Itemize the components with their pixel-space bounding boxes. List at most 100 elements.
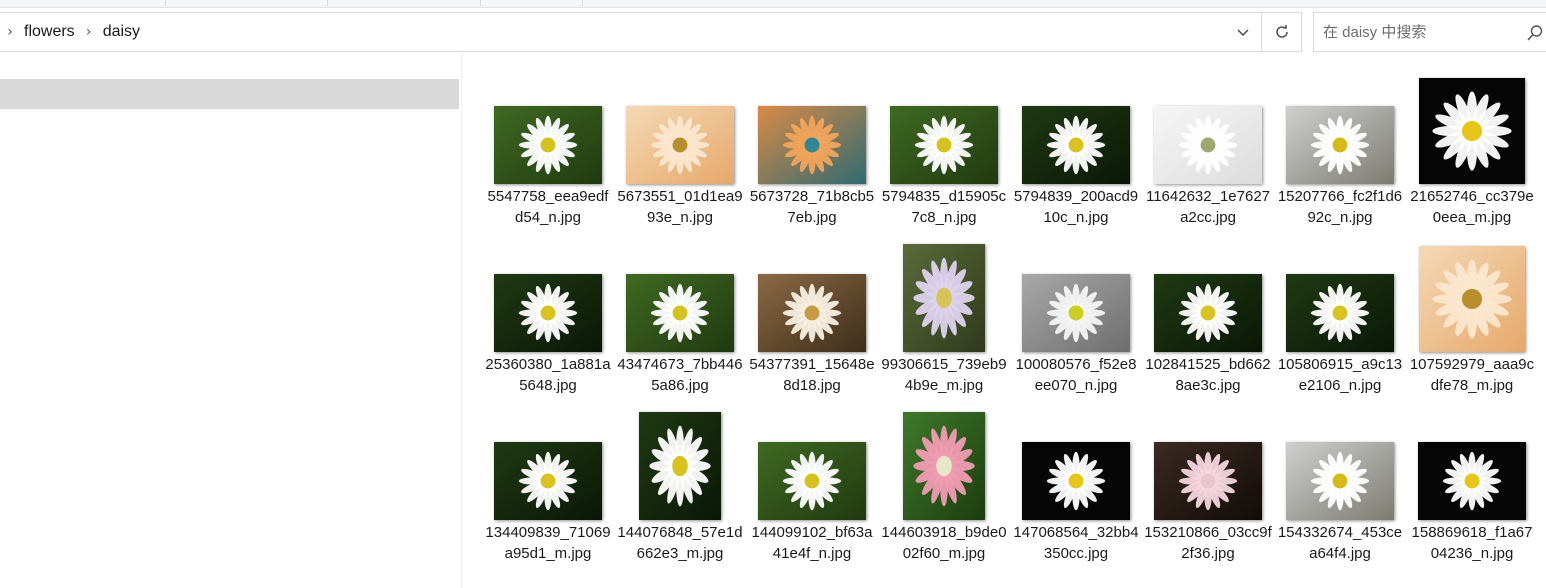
thumbnail[interactable] — [1022, 106, 1130, 184]
thumbnail[interactable] — [494, 106, 602, 184]
thumbnail[interactable] — [1418, 442, 1526, 520]
file-name: 154332674_453cea64f4.jpg — [1277, 524, 1403, 562]
file-item[interactable]: 5547758_eea9edfd54_n.jpg — [482, 72, 614, 240]
thumbnail-image — [494, 274, 602, 352]
file-item[interactable]: 11642632_1e7627a2cc.jpg — [1142, 72, 1274, 240]
thumbnail[interactable] — [1286, 274, 1394, 352]
file-item[interactable]: 99306615_739eb94b9e_m.jpg — [878, 240, 1010, 408]
file-item[interactable]: 134409839_71069a95d1_m.jpg — [482, 408, 614, 576]
file-name: 100080576_f52e8ee070_n.jpg — [1015, 356, 1137, 394]
file-item[interactable]: 15207766_fc2f1d692c_n.jpg — [1274, 72, 1406, 240]
ribbon-separator — [327, 0, 328, 6]
refresh-button[interactable] — [1262, 12, 1302, 52]
thumbnail[interactable] — [890, 106, 998, 184]
thumbnail-frame — [1406, 408, 1538, 520]
ribbon-separator — [165, 0, 166, 6]
thumbnail[interactable] — [758, 442, 866, 520]
thumbnail[interactable] — [903, 412, 985, 520]
file-item[interactable]: 102841525_bd6628ae3c.jpg — [1142, 240, 1274, 408]
thumbnail[interactable] — [1154, 442, 1262, 520]
file-name: 5547758_eea9edfd54_n.jpg — [487, 188, 609, 226]
search-box[interactable] — [1313, 12, 1546, 52]
search-input[interactable] — [1314, 13, 1514, 51]
file-item[interactable]: 154332674_453cea64f4.jpg — [1274, 408, 1406, 576]
file-name: 43474673_7bb4465a86.jpg — [617, 356, 743, 394]
thumbnail-image — [494, 106, 602, 184]
thumbnail-frame — [1142, 240, 1274, 352]
thumbnail-frame — [1274, 72, 1406, 184]
thumbnail[interactable] — [1419, 78, 1525, 184]
thumbnail[interactable] — [1022, 274, 1130, 352]
thumbnail-image — [1286, 274, 1394, 352]
thumbnail[interactable] — [1419, 246, 1525, 352]
thumbnail[interactable] — [494, 442, 602, 520]
file-item[interactable]: 144603918_b9de002f60_m.jpg — [878, 408, 1010, 576]
thumbnail[interactable] — [758, 274, 866, 352]
thumbnail-image — [1419, 246, 1525, 352]
thumbnail-image — [626, 274, 734, 352]
thumbnail-frame — [614, 72, 746, 184]
thumbnail-image — [1286, 442, 1394, 520]
thumbnail-image — [903, 412, 985, 520]
file-name: 5794835_d15905c7c8_n.jpg — [881, 188, 1007, 226]
thumbnail[interactable] — [639, 412, 721, 520]
thumbnail-image — [1154, 442, 1262, 520]
file-item[interactable]: 144099102_bf63a41e4f_n.jpg — [746, 408, 878, 576]
thumbnail[interactable] — [626, 106, 734, 184]
ribbon-separator — [480, 0, 481, 6]
address-row: › flowers › daisy — [0, 12, 1546, 52]
file-item[interactable]: 105806915_a9c13e2106_n.jpg — [1274, 240, 1406, 408]
search-icon[interactable] — [1526, 24, 1544, 42]
file-item[interactable]: 5794839_200acd910c_n.jpg — [1010, 72, 1142, 240]
file-item[interactable]: 5673728_71b8cb57eb.jpg — [746, 72, 878, 240]
thumbnail-frame — [482, 72, 614, 184]
thumbnail-frame — [1142, 408, 1274, 520]
chevron-down-icon[interactable] — [1233, 23, 1253, 43]
file-item[interactable]: 5673551_01d1ea993e_n.jpg — [614, 72, 746, 240]
thumbnail-frame — [1406, 240, 1538, 352]
thumbnail[interactable] — [1154, 274, 1262, 352]
file-name: 147068564_32bb4350cc.jpg — [1013, 524, 1139, 562]
thumbnail[interactable] — [758, 106, 866, 184]
thumbnail-frame — [1406, 72, 1538, 184]
breadcrumb-daisy[interactable]: daisy — [99, 23, 144, 41]
file-item[interactable]: 107592979_aaa9cdfe78_m.jpg — [1406, 240, 1538, 408]
thumbnail-image — [1154, 274, 1262, 352]
file-view: 5547758_eea9edfd54_n.jpg 5673551_01d1ea9… — [462, 52, 1546, 588]
file-item[interactable]: 144076848_57e1d662e3_m.jpg — [614, 408, 746, 576]
thumbnail-image — [494, 442, 602, 520]
address-bar[interactable]: › flowers › daisy — [0, 12, 1262, 52]
file-item[interactable]: 147068564_32bb4350cc.jpg — [1010, 408, 1142, 576]
chevron-right-icon[interactable]: › — [79, 24, 99, 40]
file-name: 102841525_bd6628ae3c.jpg — [1145, 356, 1271, 394]
file-name: 144076848_57e1d662e3_m.jpg — [617, 524, 743, 562]
thumbnail-frame — [746, 72, 878, 184]
file-item[interactable]: 100080576_f52e8ee070_n.jpg — [1010, 240, 1142, 408]
chevron-right-icon[interactable]: › — [0, 24, 20, 40]
file-name: 5673728_71b8cb57eb.jpg — [749, 188, 875, 226]
navigation-pane — [0, 52, 462, 588]
thumbnail[interactable] — [903, 244, 985, 352]
thumbnail[interactable] — [1286, 442, 1394, 520]
thumbnail-image — [758, 442, 866, 520]
file-item[interactable]: 54377391_15648e8d18.jpg — [746, 240, 878, 408]
thumbnail[interactable] — [1154, 106, 1262, 184]
nav-selected-item[interactable] — [0, 79, 459, 109]
file-item[interactable]: 5794835_d15905c7c8_n.jpg — [878, 72, 1010, 240]
thumbnail[interactable] — [494, 274, 602, 352]
file-name: 15207766_fc2f1d692c_n.jpg — [1277, 188, 1403, 226]
thumbnail[interactable] — [1022, 442, 1130, 520]
file-item[interactable]: 21652746_cc379e0eea_m.jpg — [1406, 72, 1538, 240]
file-item[interactable]: 43474673_7bb4465a86.jpg — [614, 240, 746, 408]
breadcrumb-flowers[interactable]: flowers — [20, 23, 79, 41]
thumbnail[interactable] — [626, 274, 734, 352]
file-item[interactable]: 153210866_03cc9f2f36.jpg — [1142, 408, 1274, 576]
file-name: 21652746_cc379e0eea_m.jpg — [1410, 188, 1534, 226]
file-name: 105806915_a9c13e2106_n.jpg — [1277, 356, 1403, 394]
file-item[interactable]: 25360380_1a881a5648.jpg — [482, 240, 614, 408]
thumbnail[interactable] — [1286, 106, 1394, 184]
file-name: 153210866_03cc9f2f36.jpg — [1144, 524, 1272, 562]
thumbnail-frame — [482, 240, 614, 352]
file-item[interactable]: 158869618_f1a6704236_n.jpg — [1406, 408, 1538, 576]
thumbnail-frame — [1142, 72, 1274, 184]
